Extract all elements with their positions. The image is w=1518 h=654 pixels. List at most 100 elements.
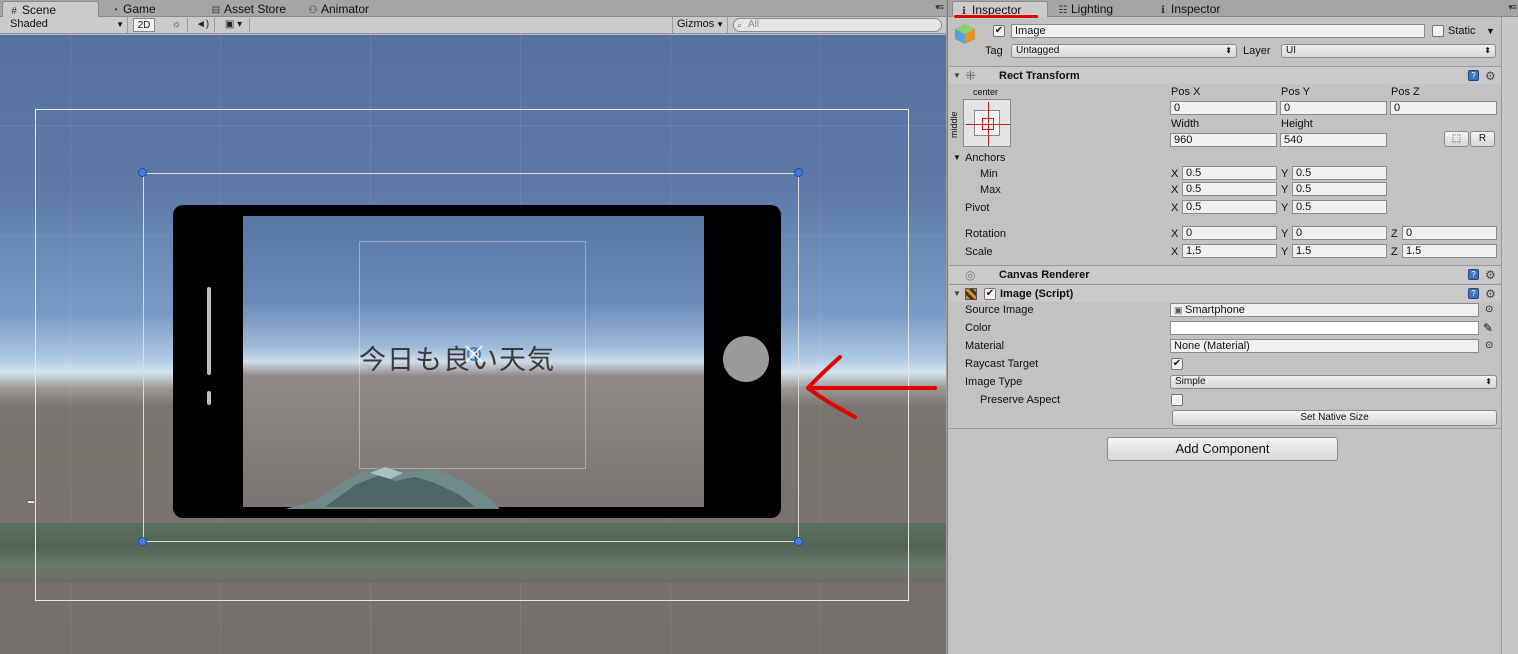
scene-search-input[interactable]: ⌕ All (733, 18, 942, 32)
preserve-aspect-checkbox[interactable] (1171, 394, 1183, 406)
scale-label: Scale (965, 246, 993, 258)
anchor-presets-button[interactable] (963, 99, 1011, 147)
chevron-down-icon[interactable]: ▼ (1486, 23, 1495, 39)
tab-animator[interactable]: ⚇ Animator (302, 1, 375, 17)
lighting-icon: ☷ (1058, 5, 1068, 16)
rect-transform-header[interactable]: ▼ ⁜ Rect Transform ? ⚙ (949, 66, 1501, 84)
anchor-point (982, 118, 994, 130)
foldout-arrow-icon[interactable]: ▼ (953, 68, 961, 84)
anchor-min-x-field[interactable]: 0.5 (1182, 166, 1277, 180)
foldout-arrow-icon[interactable]: ▼ (953, 286, 961, 302)
pos-y-field[interactable]: 0 (1280, 101, 1387, 115)
mode-2d-button[interactable]: 2D (133, 18, 155, 32)
rotation-y-field[interactable]: 0 (1292, 226, 1387, 240)
anchor-max-y-field[interactable]: 0.5 (1292, 182, 1387, 196)
y-axis-label: Y (1281, 228, 1289, 240)
scale-x-field[interactable]: 1.5 (1182, 244, 1277, 258)
chevron-updown-icon: ⬍ (1225, 46, 1232, 55)
audio-toggle-icon[interactable]: ◄) (191, 18, 215, 32)
tab-lighting[interactable]: ☷ Lighting (1052, 1, 1119, 17)
object-picker-icon[interactable]: ⊙ (1485, 338, 1493, 354)
tab-asset-store[interactable]: ⊟ Asset Store (205, 1, 292, 17)
x-axis-label: X (1171, 184, 1179, 196)
x-axis-label: X (1171, 246, 1179, 258)
tab-scene[interactable]: # Scene (2, 1, 99, 17)
resize-handle-bottom-right[interactable] (794, 537, 803, 546)
scale-z-field[interactable]: 1.5 (1402, 244, 1497, 258)
pos-z-field[interactable]: 0 (1390, 101, 1497, 115)
resize-handle-top-right[interactable] (794, 168, 803, 177)
anchor-horizontal-label: center (973, 87, 999, 97)
gear-icon[interactable]: ⚙ (1485, 68, 1496, 84)
material-field[interactable]: None (Material) (1170, 339, 1479, 353)
preserve-aspect-label: Preserve Aspect (980, 394, 1061, 406)
gizmos-dropdown[interactable]: Gizmos ▼ (672, 17, 728, 33)
anchor-max-x-field[interactable]: 0.5 (1182, 182, 1277, 196)
rotation-z-field[interactable]: 0 (1402, 226, 1497, 240)
scene-toolbar: Shaded ▼ 2D ☼ ◄) ▣ ▾ Gizmos ▼ ⌕ All (0, 17, 946, 34)
help-icon[interactable]: ? (1468, 70, 1479, 81)
foldout-arrow-icon[interactable]: ▼ (953, 150, 961, 166)
static-label: Static (1448, 25, 1476, 37)
pivot-gizmo-icon[interactable] (462, 341, 486, 367)
pivot-y-field[interactable]: 0.5 (1292, 200, 1387, 214)
pos-x-field[interactable]: 0 (1170, 101, 1277, 115)
anchor-min-label: Min (980, 168, 998, 180)
gameobject-active-checkbox[interactable]: ✔ (993, 25, 1005, 37)
static-checkbox[interactable] (1432, 25, 1444, 37)
width-field[interactable]: 960 (1170, 133, 1277, 147)
image-script-header[interactable]: ▼ ✔ Image (Script) ? ⚙ (949, 284, 1501, 302)
inspector-scrollbar[interactable] (1501, 17, 1518, 654)
z-axis-label: Z (1391, 228, 1398, 240)
lighting-toggle-icon[interactable]: ☼ (166, 18, 188, 32)
layer-dropdown[interactable]: UI ⬍ (1281, 44, 1496, 58)
width-label: Width (1171, 118, 1200, 130)
gameobject-name-field[interactable]: Image (1011, 24, 1425, 38)
resize-handle-top-left[interactable] (138, 168, 147, 177)
scene-viewport[interactable]: 今日も良い天気 (0, 35, 946, 654)
object-picker-icon[interactable]: ⊙ (1485, 302, 1493, 318)
tab-game[interactable]: ◔ Game (104, 1, 162, 17)
color-field[interactable] (1170, 321, 1479, 335)
height-field[interactable]: 540 (1280, 133, 1387, 147)
inspector-tabbar: ℹ Inspector ☷ Lighting ℹ Inspector ▾≡ (948, 0, 1518, 18)
shading-mode-dropdown[interactable]: Shaded ▼ (6, 17, 128, 33)
scale-y-field[interactable]: 1.5 (1292, 244, 1387, 258)
pos-y-label: Pos Y (1281, 86, 1311, 98)
pivot-label: Pivot (965, 202, 990, 214)
pivot-x-field[interactable]: 0.5 (1182, 200, 1277, 214)
add-component-button[interactable]: Add Component (1107, 437, 1338, 461)
y-axis-label: Y (1281, 246, 1289, 258)
inspector-panel: ℹ Inspector ☷ Lighting ℹ Inspector ▾≡ ✔ Ima… (947, 0, 1518, 654)
x-axis-label: X (1171, 228, 1179, 240)
chevron-down-icon: ▼ (116, 20, 124, 29)
raycast-target-checkbox[interactable]: ✔ (1171, 358, 1183, 370)
raycast-target-label: Raycast Target (965, 358, 1039, 370)
effects-toggle-icon[interactable]: ▣ ▾ (218, 18, 250, 32)
panel-menu-icon[interactable]: ▾≡ (1508, 2, 1517, 13)
tab-inspector-2[interactable]: ℹ Inspector (1152, 1, 1226, 17)
set-native-size-button[interactable]: Set Native Size (1172, 410, 1497, 426)
help-icon[interactable]: ? (1468, 288, 1479, 299)
anchor-min-y-field[interactable]: 0.5 (1292, 166, 1387, 180)
rotation-label: Rotation (965, 228, 1006, 240)
resize-handle-bottom-left[interactable] (138, 537, 147, 546)
height-label: Height (1281, 118, 1313, 130)
blueprint-mode-button[interactable]: ⬚ (1444, 131, 1469, 147)
raw-edit-button[interactable]: R (1470, 131, 1495, 147)
search-icon: ⌕ (737, 20, 743, 30)
info-icon: ℹ (1161, 5, 1165, 16)
source-image-field[interactable]: ▣ Smartphone (1170, 303, 1479, 317)
help-icon[interactable]: ? (1468, 269, 1479, 280)
anchors-label: Anchors (965, 152, 1006, 164)
image-enabled-checkbox[interactable]: ✔ (984, 288, 996, 300)
rotation-x-field[interactable]: 0 (1182, 226, 1277, 240)
panel-menu-icon[interactable]: ▾≡ (935, 2, 944, 13)
tag-dropdown[interactable]: Untagged ⬍ (1011, 44, 1237, 58)
divider (949, 428, 1501, 429)
canvas-renderer-header[interactable]: ◎ Canvas Renderer ? ⚙ (949, 265, 1501, 283)
gear-icon[interactable]: ⚙ (1485, 267, 1496, 283)
eyedropper-icon[interactable]: ✎ (1483, 320, 1493, 336)
image-type-dropdown[interactable]: Simple ⬍ (1170, 375, 1497, 389)
gear-icon[interactable]: ⚙ (1485, 286, 1496, 302)
